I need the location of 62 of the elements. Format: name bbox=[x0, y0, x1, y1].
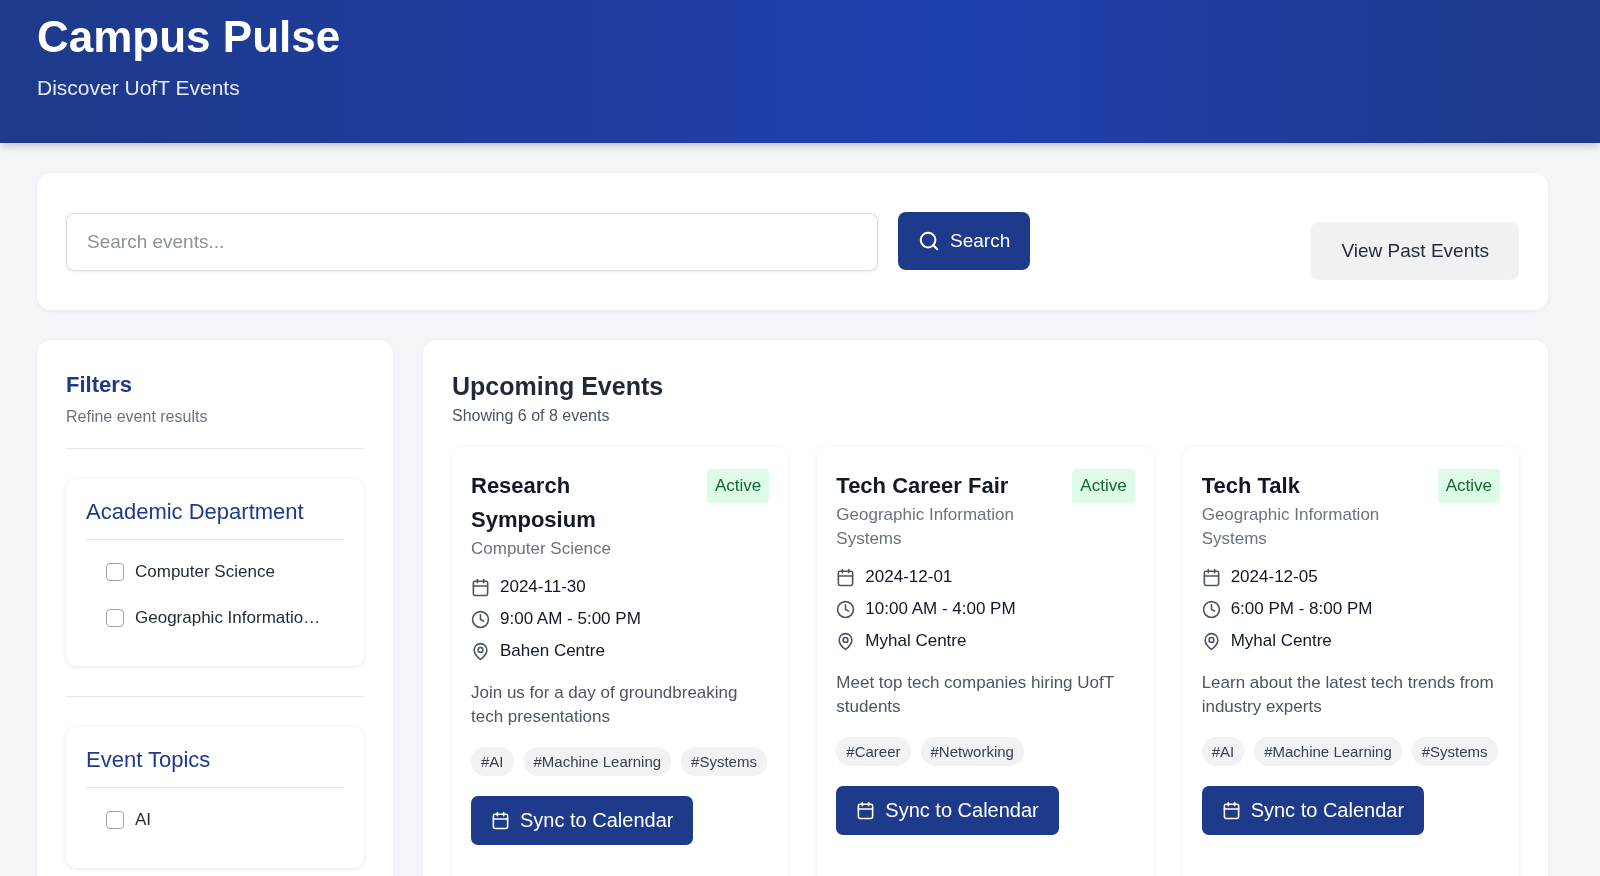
app-subtitle: Discover UofT Events bbox=[37, 76, 240, 100]
tag: #AI bbox=[471, 747, 514, 776]
event-location: Myhal Centre bbox=[1230, 631, 1332, 651]
event-time: 6:00 PM - 8:00 PM bbox=[1230, 599, 1373, 619]
location-pin-icon bbox=[836, 631, 856, 651]
tag: #Career bbox=[836, 737, 911, 766]
event-date: 2024-12-01 bbox=[865, 567, 953, 587]
event-description: Join us for a day of groundbreaking tech presentations bbox=[471, 682, 739, 728]
checkbox[interactable] bbox=[106, 609, 124, 627]
checkbox[interactable] bbox=[106, 811, 124, 829]
status-badge: Active bbox=[707, 469, 770, 503]
calendar-icon bbox=[836, 567, 856, 587]
event-location: Bahen Centre bbox=[500, 641, 605, 661]
checkbox[interactable] bbox=[106, 563, 124, 581]
filter-group-title: Academic Department bbox=[86, 499, 344, 540]
events-title: Upcoming Events bbox=[452, 372, 665, 401]
event-title: Research Symposium bbox=[471, 472, 597, 534]
event-description: Meet top tech companies hiring UofT students bbox=[836, 672, 1115, 718]
calendar-icon bbox=[471, 577, 490, 597]
location-pin-icon bbox=[471, 641, 490, 661]
calendar-icon bbox=[1201, 567, 1221, 587]
event-date: 2024-12-05 bbox=[1230, 567, 1318, 587]
past-events-button[interactable]: View Past Events bbox=[1311, 221, 1519, 280]
event-department: Geographic Information Systems bbox=[836, 504, 1015, 550]
clock-icon bbox=[471, 609, 490, 629]
status-badge: Active bbox=[1072, 469, 1135, 503]
tag: #Machine Learning bbox=[523, 747, 672, 776]
sync-calendar-button[interactable]: Sync to Calendar bbox=[836, 786, 1059, 835]
location-pin-icon bbox=[1201, 631, 1221, 651]
event-time: 10:00 AM - 4:00 PM bbox=[865, 599, 1016, 619]
event-time: 9:00 AM - 5:00 PM bbox=[500, 609, 641, 629]
search-field[interactable]: Search events... bbox=[66, 212, 878, 271]
filters-title: Filters bbox=[66, 372, 134, 398]
app-title: Campus Pulse bbox=[37, 12, 342, 62]
event-date: 2024-11-30 bbox=[500, 577, 586, 597]
event-location: Myhal Centre bbox=[865, 631, 967, 651]
tag: #Machine Learning bbox=[1254, 737, 1402, 766]
calendar-icon bbox=[1221, 801, 1241, 820]
search-icon bbox=[918, 229, 940, 252]
checkbox-label: AI bbox=[135, 810, 152, 830]
event-title: Tech Career Fair bbox=[836, 472, 1009, 500]
status-badge: Active bbox=[1437, 469, 1500, 503]
clock-icon bbox=[836, 599, 856, 619]
event-department: Geographic Information Systems bbox=[1201, 504, 1381, 550]
tag: #Networking bbox=[920, 737, 1024, 766]
calendar-icon bbox=[491, 811, 510, 830]
filters-subtitle: Refine event results bbox=[66, 408, 209, 426]
event-title: Tech Talk bbox=[1201, 472, 1300, 500]
tag: #Systems bbox=[1411, 737, 1498, 766]
search-button[interactable]: Search bbox=[898, 211, 1031, 270]
filter-group-title: Event Topics bbox=[86, 747, 344, 788]
calendar-icon bbox=[856, 801, 876, 820]
sync-calendar-button[interactable]: Sync to Calendar bbox=[471, 796, 694, 845]
checkbox-label: Computer Science bbox=[135, 562, 275, 582]
tag: #Systems bbox=[681, 747, 767, 776]
tag: #AI bbox=[1201, 737, 1245, 766]
clock-icon bbox=[1201, 599, 1221, 619]
events-count: Showing 6 of 8 events bbox=[452, 407, 611, 425]
sync-calendar-button[interactable]: Sync to Calendar bbox=[1201, 786, 1425, 835]
event-description: Learn about the latest tech trends from industry experts bbox=[1201, 672, 1495, 718]
checkbox-label: Geographic Informatio… bbox=[135, 608, 321, 628]
event-department: Computer Science bbox=[471, 538, 612, 560]
